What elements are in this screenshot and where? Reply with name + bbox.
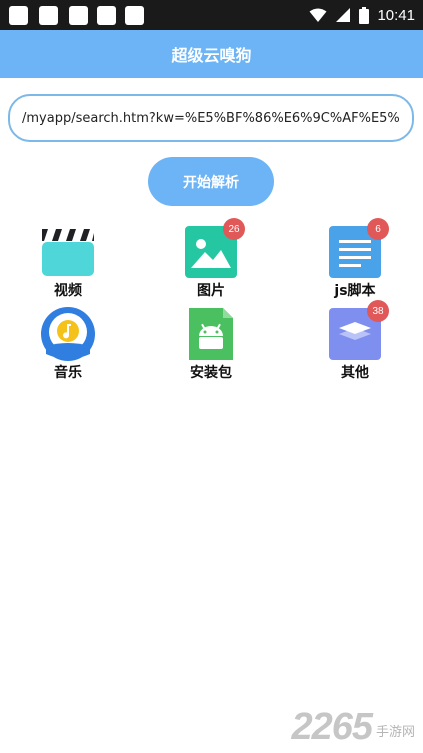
music-icon: [41, 307, 95, 361]
category-video[interactable]: 视频: [13, 224, 123, 304]
wifi-icon: [309, 8, 327, 22]
android-package-icon: [189, 308, 233, 360]
status-bar: 10:41: [0, 0, 423, 30]
other-count-badge: 38: [367, 300, 389, 322]
category-package[interactable]: 安装包: [156, 306, 266, 386]
category-label: 视频: [54, 283, 82, 299]
category-music[interactable]: 音乐: [13, 306, 123, 386]
status-time: 10:41: [377, 6, 415, 24]
notification-icon: [9, 6, 28, 25]
watermark-text: 手游网: [375, 725, 415, 740]
notification-icon: [97, 6, 116, 25]
url-input[interactable]: [8, 94, 414, 142]
category-image[interactable]: 26 图片: [156, 218, 266, 304]
category-other[interactable]: 38 其他: [300, 300, 410, 386]
category-label: 音乐: [54, 365, 82, 381]
category-label: 图片: [197, 283, 225, 299]
category-label: js脚本: [334, 283, 376, 299]
notification-icon: [39, 6, 58, 25]
watermark-number: 2265: [291, 706, 373, 748]
category-label: 安装包: [190, 365, 232, 381]
app-title: 超级云嗅狗: [171, 46, 252, 65]
start-parse-button[interactable]: 开始解析: [148, 157, 274, 206]
category-label: 其他: [341, 365, 369, 381]
app-bar: 超级云嗅狗: [0, 30, 423, 78]
signal-icon: [336, 8, 351, 22]
category-js-script[interactable]: 6 js脚本: [300, 218, 410, 304]
image-count-badge: 26: [223, 218, 245, 240]
notification-icon: [69, 6, 88, 25]
battery-icon: [359, 6, 370, 24]
js-count-badge: 6: [367, 218, 389, 240]
notification-icon: [125, 6, 144, 25]
watermark: 2265 手游网: [291, 706, 415, 749]
video-clapper-icon: [42, 229, 94, 276]
